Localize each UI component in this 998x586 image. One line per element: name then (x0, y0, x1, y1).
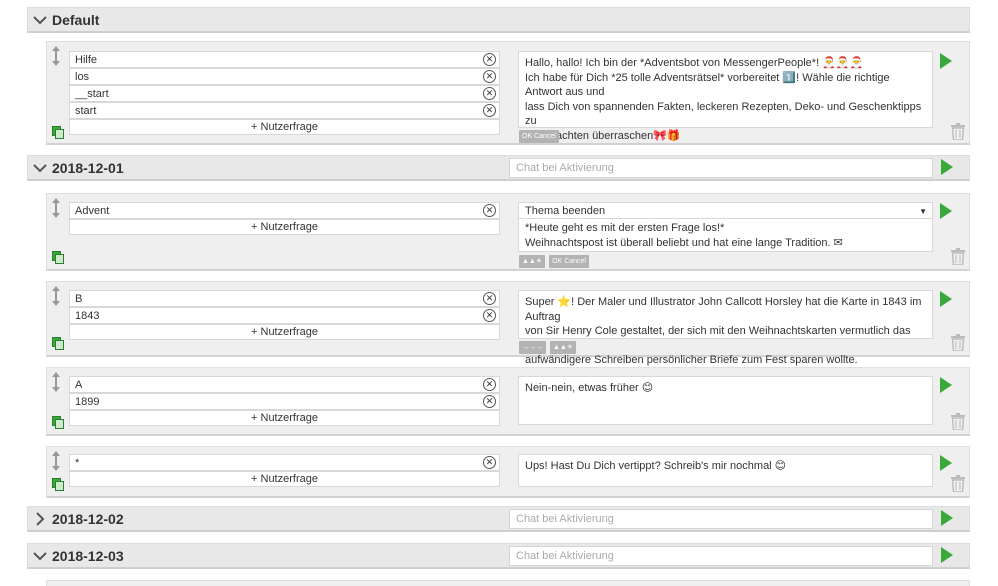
drag-handle-icon[interactable] (51, 198, 61, 218)
question-field[interactable]: start ✕ (69, 102, 500, 119)
remove-question-icon[interactable]: ✕ (483, 104, 496, 117)
image-chip[interactable]: ▲▲☀ (519, 255, 546, 268)
chevron-right-icon[interactable] (32, 511, 48, 527)
questions-column: Advent ✕ + Nutzerfrage (69, 202, 500, 235)
question-field[interactable]: 1899 ✕ (69, 393, 500, 410)
remove-question-icon[interactable]: ✕ (483, 204, 496, 217)
section-header-2018-12-02[interactable]: 2018-12-02 Chat bei Aktivierung (27, 506, 970, 532)
question-field[interactable]: A ✕ (69, 376, 500, 393)
question-field[interactable]: 1843 ✕ (69, 307, 500, 324)
chat-activation-input[interactable]: Chat bei Aktivierung (509, 546, 933, 566)
chevron-down-icon[interactable] (32, 160, 48, 176)
question-field[interactable]: __start ✕ (69, 85, 500, 102)
play-icon[interactable] (941, 159, 953, 175)
question-field[interactable]: * ✕ (69, 454, 500, 471)
drag-handle-icon[interactable] (51, 46, 61, 66)
remove-question-icon[interactable]: ✕ (483, 378, 496, 391)
questions-column: * ✕ + Nutzerfrage (69, 454, 500, 487)
caret-down-icon: ▼ (919, 207, 927, 216)
drag-handle-icon[interactable] (51, 451, 61, 471)
play-icon[interactable] (940, 53, 952, 69)
remove-question-icon[interactable]: ✕ (483, 456, 496, 469)
quick-reply-chip[interactable]: OK Cancel (549, 255, 589, 268)
remove-question-icon[interactable]: ✕ (483, 53, 496, 66)
play-icon[interactable] (941, 510, 953, 526)
dialog-card (46, 580, 970, 586)
trash-icon[interactable] (951, 248, 965, 268)
section-title: 2018-12-02 (52, 510, 124, 527)
play-icon[interactable] (941, 547, 953, 563)
dialog-card: * ✕ + Nutzerfrage Ups! Hast Du Dich verti… (46, 446, 970, 498)
question-field[interactable]: Advent ✕ (69, 202, 500, 219)
drag-handle-icon[interactable] (51, 372, 61, 392)
chat-activation-input[interactable]: Chat bei Aktivierung (509, 509, 933, 529)
remove-question-icon[interactable]: ✕ (483, 70, 496, 83)
forward-chip[interactable]: →→→ (519, 341, 546, 354)
add-question-button[interactable]: + Nutzerfrage (69, 219, 500, 235)
action-select[interactable]: Thema beenden ▼ (519, 203, 932, 219)
answer-text[interactable]: Super ⭐! Der Maler und Illustrator John … (518, 290, 933, 366)
copy-icon[interactable] (52, 126, 64, 142)
chevron-down-icon[interactable] (32, 548, 48, 564)
remove-question-icon[interactable]: ✕ (483, 87, 496, 100)
quick-reply-chip[interactable]: OK Cancel (519, 130, 559, 143)
answer-text[interactable]: *Heute geht es mit der ersten Frage los!… (519, 219, 932, 252)
dialog-card: B ✕ 1843 ✕ + Nutzerfrage Super ⭐! Der Male… (46, 281, 970, 366)
trash-icon[interactable] (951, 413, 965, 433)
remove-question-icon[interactable]: ✕ (483, 395, 496, 408)
section-title: Default (52, 11, 100, 28)
button-chips: →→→ ▲▲☀ (519, 341, 577, 354)
answer-box: Thema beenden ▼ *Heute geht es mit der er… (518, 202, 933, 252)
remove-question-icon[interactable]: ✕ (483, 309, 496, 322)
section-header-2018-12-03[interactable]: 2018-12-03 Chat bei Aktivierung (27, 543, 970, 569)
answer-text[interactable]: Nein-nein, etwas früher 😊 (518, 376, 933, 425)
button-chips: ▲▲☀ OK Cancel (519, 255, 589, 268)
add-question-button[interactable]: + Nutzerfrage (69, 410, 500, 426)
question-field[interactable]: Hilfe ✕ (69, 51, 500, 68)
flow-editor: Default Hilfe ✕ los ✕ __start ✕ start ✕ + Nu… (0, 0, 998, 586)
dialog-card: A ✕ 1899 ✕ + Nutzerfrage Nein-nein, etwas … (46, 367, 970, 436)
section-header-2018-12-01[interactable]: 2018-12-01 Chat bei Aktivierung (27, 155, 970, 181)
trash-icon[interactable] (951, 123, 965, 143)
trash-icon[interactable] (951, 334, 965, 354)
copy-icon[interactable] (52, 251, 64, 267)
remove-question-icon[interactable]: ✕ (483, 292, 496, 305)
play-icon[interactable] (940, 377, 952, 393)
section-title: 2018-12-01 (52, 159, 124, 176)
play-icon[interactable] (940, 291, 952, 307)
section-title: 2018-12-03 (52, 547, 124, 564)
button-chips: OK Cancel (519, 130, 559, 143)
copy-icon[interactable] (52, 337, 64, 353)
question-field[interactable]: los ✕ (69, 68, 500, 85)
chevron-down-icon[interactable] (32, 12, 48, 28)
add-question-button[interactable]: + Nutzerfrage (69, 471, 500, 487)
trash-icon[interactable] (951, 475, 965, 495)
answer-text[interactable]: Ups! Hast Du Dich vertippt? Schreib's mi… (518, 454, 933, 487)
section-header-default[interactable]: Default (27, 7, 970, 33)
add-question-button[interactable]: + Nutzerfrage (69, 119, 500, 135)
copy-icon[interactable] (52, 416, 64, 432)
dialog-card: Advent ✕ + Nutzerfrage Thema beenden ▼ *He… (46, 193, 970, 271)
questions-column: A ✕ 1899 ✕ + Nutzerfrage (69, 376, 500, 426)
drag-handle-icon[interactable] (51, 286, 61, 306)
add-question-button[interactable]: + Nutzerfrage (69, 324, 500, 340)
chat-activation-input[interactable]: Chat bei Aktivierung (509, 158, 933, 178)
image-chip[interactable]: ▲▲☀ (550, 341, 577, 354)
dialog-card: Hilfe ✕ los ✕ __start ✕ start ✕ + Nutzerfrag… (46, 41, 970, 145)
play-icon[interactable] (940, 455, 952, 471)
play-icon[interactable] (940, 203, 952, 219)
questions-column: Hilfe ✕ los ✕ __start ✕ start ✕ + Nutzerfrag… (69, 51, 500, 135)
question-field[interactable]: B ✕ (69, 290, 500, 307)
copy-icon[interactable] (52, 478, 64, 494)
questions-column: B ✕ 1843 ✕ + Nutzerfrage (69, 290, 500, 340)
answer-text[interactable]: Hallo, hallo! Ich bin der *Adventsbot vo… (518, 51, 933, 142)
